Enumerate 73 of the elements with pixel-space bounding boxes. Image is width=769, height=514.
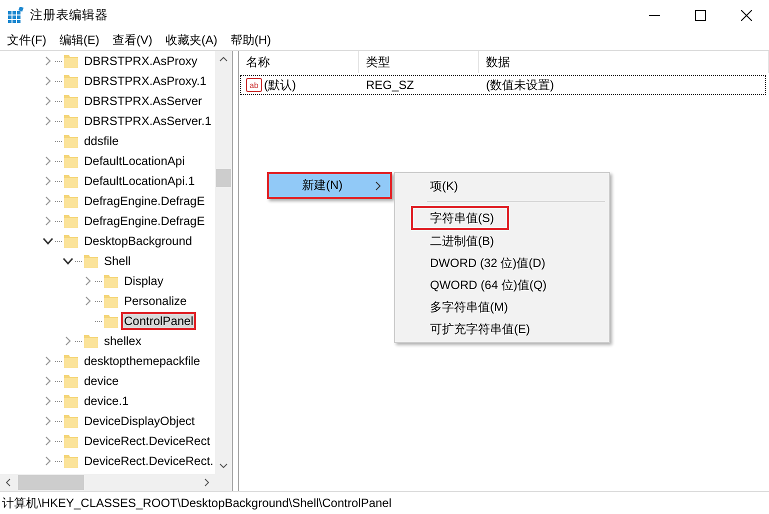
folder-icon (63, 93, 79, 109)
tree-item[interactable]: DefragEngine.DefragE (81, 212, 208, 230)
folder-icon (63, 393, 79, 409)
tree-item[interactable]: DeviceRect.DeviceRect. (81, 452, 215, 470)
folder-icon (63, 353, 79, 369)
value-data: (数值未设置) (485, 76, 555, 94)
tree-item[interactable]: DBRSTPRX.AsServer.1 (81, 112, 214, 130)
menu-item[interactable]: 编辑(E) (55, 32, 104, 48)
folder-icon (63, 153, 79, 169)
window-title: 注册表编辑器 (30, 6, 109, 24)
tree-item[interactable]: DesktopBackground (81, 232, 196, 250)
value-type: REG_SZ (365, 78, 416, 92)
tree-item[interactable]: ddsfile (81, 132, 122, 150)
tree-item[interactable]: DefaultLocationApi (81, 152, 188, 170)
folder-icon (63, 233, 79, 249)
folder-icon (103, 313, 119, 329)
expander-chevron-icon[interactable] (42, 235, 54, 247)
column-header[interactable]: 数据 (479, 51, 769, 73)
scrollbar-thumb[interactable] (18, 475, 84, 490)
folder-icon (63, 73, 79, 89)
menu-item[interactable]: 字符串值(S) (411, 206, 509, 230)
tree-item[interactable]: desktopthemepackfile (81, 352, 204, 370)
folder-icon (63, 453, 79, 469)
menu-item[interactable]: 项(K) (411, 175, 473, 197)
menu-item[interactable]: DWORD (32 位)值(D) (411, 252, 560, 274)
status-path: 计算机\HKEY_CLASSES_ROOT\DesktopBackground\Shell\ControlPanel (2, 494, 392, 512)
value-name: (默认) (264, 76, 296, 94)
tree-item[interactable]: DefaultLocationApi.1 (81, 172, 198, 190)
maximize-icon (694, 10, 706, 20)
menu-item[interactable]: 收藏夹(A) (161, 32, 222, 48)
tree-item[interactable]: DBRSTPRX.AsProxy (81, 52, 200, 70)
folder-icon (63, 433, 79, 449)
folder-icon (63, 173, 79, 189)
scrollbar-thumb[interactable] (216, 169, 231, 187)
folder-icon (63, 133, 79, 149)
tree-item[interactable]: ControlPanel (121, 312, 196, 330)
folder-icon (83, 333, 99, 349)
tree-item[interactable]: DeviceDisplayObject (81, 412, 198, 430)
folder-icon (83, 253, 99, 269)
folder-icon (103, 293, 119, 309)
tree-item[interactable]: shellex (101, 332, 144, 350)
menu-item[interactable]: 帮助(H) (226, 32, 275, 48)
folder-icon (63, 113, 79, 129)
expander-chevron-icon[interactable] (62, 255, 74, 267)
folder-icon (63, 193, 79, 209)
folder-icon (63, 53, 79, 69)
menu-item[interactable]: 新建(N) (267, 172, 392, 199)
folder-icon (63, 413, 79, 429)
close-icon (740, 10, 752, 20)
app-icon (8, 7, 24, 23)
menu-item[interactable]: 可扩充字符串值(E) (411, 318, 545, 340)
tree-item[interactable]: device (81, 372, 122, 390)
tree-item[interactable]: DBRSTPRX.AsServer (81, 92, 206, 110)
tree-item[interactable]: device.1 (81, 392, 132, 410)
vertical-scrollbar[interactable] (215, 51, 232, 474)
tree-item[interactable]: DeviceRect.DeviceRect (81, 432, 214, 450)
folder-icon (103, 273, 119, 289)
tree-item[interactable]: DBRSTPRX.AsProxy.1 (81, 72, 210, 90)
tree-item[interactable]: Display (121, 272, 166, 290)
menu-item[interactable]: QWORD (64 位)值(Q) (411, 274, 562, 296)
tree-item[interactable]: Personalize (121, 292, 190, 310)
menu-item[interactable]: 多字符串值(M) (411, 296, 523, 318)
folder-icon (63, 373, 79, 389)
tree-item[interactable]: Shell (101, 252, 134, 270)
menu-item[interactable]: 二进制值(B) (411, 230, 509, 252)
column-header[interactable]: 名称 (239, 51, 359, 73)
tree-item[interactable]: DefragEngine.DefragE (81, 192, 208, 210)
column-header[interactable]: 类型 (359, 51, 479, 73)
string-value-icon: ab (246, 78, 262, 92)
menu-item[interactable]: 查看(V) (108, 32, 156, 48)
menu-item[interactable]: 文件(F) (3, 32, 50, 48)
horizontal-scrollbar[interactable] (0, 474, 215, 491)
folder-icon (63, 213, 79, 229)
